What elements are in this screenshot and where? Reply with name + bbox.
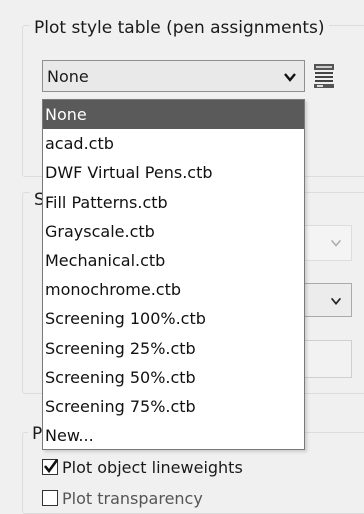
dropdown-option-screening-25[interactable]: Screening 25%.ctb	[43, 334, 304, 363]
checkmark-icon	[43, 459, 59, 474]
dropdown-option-mechanical[interactable]: Mechanical.ctb	[43, 246, 304, 275]
plot-style-group-title: Plot style table (pen assignments)	[30, 18, 329, 38]
dropdown-option-grayscale[interactable]: Grayscale.ctb	[43, 217, 304, 246]
plot-transparency-row[interactable]: Plot transparency	[42, 490, 203, 508]
chevron-down-icon	[331, 239, 341, 247]
dropdown-option-fill-patterns[interactable]: Fill Patterns.ctb	[43, 188, 304, 217]
chevron-down-icon	[284, 73, 296, 82]
dropdown-option-none[interactable]: None	[43, 100, 304, 130]
dropdown-option-screening-100[interactable]: Screening 100%.ctb	[43, 304, 304, 333]
plot-lineweights-row[interactable]: Plot object lineweights	[42, 459, 243, 477]
shade-plot-combo[interactable]	[300, 225, 352, 261]
plot-lineweights-label: Plot object lineweights	[62, 458, 243, 477]
dropdown-option-screening-50[interactable]: Screening 50%.ctb	[43, 363, 304, 392]
dropdown-option-monochrome[interactable]: monochrome.ctb	[43, 275, 304, 304]
plot-style-dropdown-list[interactable]: None acad.ctb DWF Virtual Pens.ctb Fill …	[42, 99, 305, 450]
chevron-down-icon	[330, 297, 342, 305]
dpi-field[interactable]	[300, 340, 352, 378]
plot-transparency-checkbox[interactable]	[42, 490, 58, 506]
plot-transparency-label: Plot transparency	[62, 489, 203, 508]
edit-plot-style-icon[interactable]	[313, 63, 335, 89]
plot-style-combo-value: None	[47, 67, 89, 86]
quality-combo[interactable]	[300, 283, 352, 317]
dropdown-option-screening-75[interactable]: Screening 75%.ctb	[43, 392, 304, 421]
plot-lineweights-checkbox[interactable]	[42, 459, 59, 475]
dropdown-option-acad[interactable]: acad.ctb	[43, 129, 304, 158]
dropdown-option-new[interactable]: New...	[43, 421, 304, 450]
plot-style-combo[interactable]: None	[42, 60, 305, 92]
dropdown-option-dwf-virtual-pens[interactable]: DWF Virtual Pens.ctb	[43, 158, 304, 187]
